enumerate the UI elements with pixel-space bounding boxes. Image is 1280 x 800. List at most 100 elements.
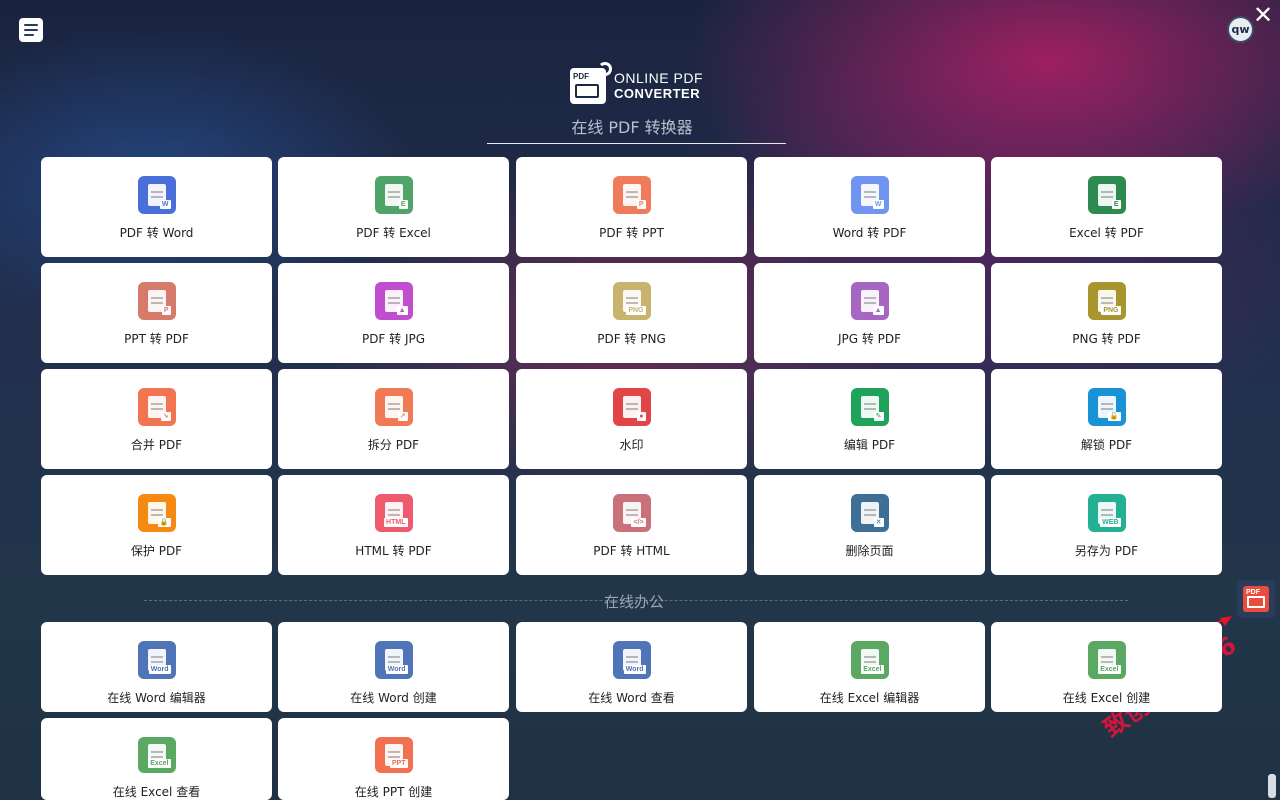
tool-label: PNG 转 PDF bbox=[1072, 332, 1141, 346]
pdf-to-png-icon: PNG bbox=[612, 282, 651, 320]
tool-card[interactable]: 🔓 解锁 PDF bbox=[991, 369, 1222, 469]
icon-glyph: E bbox=[398, 200, 408, 209]
tool-label: PDF 转 Word bbox=[119, 226, 194, 240]
tool-card[interactable]: ▲ JPG 转 PDF bbox=[754, 263, 985, 363]
jpg-to-pdf-icon: ▲ bbox=[850, 282, 889, 320]
tool-label: 在线 Word 创建 bbox=[350, 691, 437, 705]
brand-line-2: CONVERTER bbox=[614, 86, 701, 101]
icon-glyph: Excel bbox=[1098, 665, 1121, 674]
tool-label: PDF 转 HTML bbox=[593, 544, 670, 558]
icon-glyph: Word bbox=[623, 665, 646, 674]
unlock-pdf-icon: 🔓 bbox=[1087, 388, 1126, 426]
tool-card[interactable]: PNG PNG 转 PDF bbox=[991, 263, 1222, 363]
icon-glyph: HTML bbox=[384, 518, 408, 527]
tool-card[interactable]: W PDF 转 Word bbox=[41, 157, 272, 257]
word-create-icon: Word bbox=[374, 641, 413, 679]
tool-card[interactable]: ● 水印 bbox=[516, 369, 747, 469]
split-pdf-icon: ↗ bbox=[374, 388, 413, 426]
tool-card[interactable]: PPT 在线 PPT 创建 bbox=[278, 718, 509, 800]
icon-glyph: 🔓 bbox=[1107, 412, 1121, 421]
icon-glyph: 🔒 bbox=[157, 518, 171, 527]
icon-glyph: W bbox=[872, 200, 884, 209]
icon-glyph: Excel bbox=[861, 665, 884, 674]
delete-page-icon: ✕ bbox=[850, 494, 889, 532]
tool-label: PDF 转 JPG bbox=[361, 332, 426, 346]
tool-card[interactable]: Word 在线 Word 创建 bbox=[278, 622, 509, 712]
close-button[interactable]: ✕ bbox=[1251, 4, 1275, 28]
pdf-to-ppt-icon: P bbox=[612, 176, 651, 214]
brand-header: PDF ONLINE PDF CONVERTER bbox=[570, 62, 704, 104]
tool-label: Word 转 PDF bbox=[832, 226, 907, 240]
tool-card[interactable]: WEB 另存为 PDF bbox=[991, 475, 1222, 575]
excel-to-pdf-icon: E bbox=[1087, 176, 1126, 214]
icon-glyph: P bbox=[636, 200, 646, 209]
tool-label: PDF 转 PPT bbox=[599, 226, 664, 240]
edit-pdf-icon: ✎ bbox=[850, 388, 889, 426]
tool-label: 水印 bbox=[619, 438, 644, 452]
tool-label: 在线 PPT 创建 bbox=[354, 785, 433, 799]
pdf-converter-logo-icon: PDF bbox=[570, 62, 612, 104]
tool-label: 另存为 PDF bbox=[1074, 544, 1139, 558]
save-as-pdf-icon: WEB bbox=[1087, 494, 1126, 532]
tool-card[interactable]: Word 在线 Word 编辑器 bbox=[41, 622, 272, 712]
logo-tag: PDF bbox=[573, 72, 589, 81]
tool-label: HTML 转 PDF bbox=[355, 544, 432, 558]
brand-line-1: ONLINE PDF bbox=[614, 70, 704, 86]
word-to-pdf-icon: W bbox=[850, 176, 889, 214]
icon-glyph: ✎ bbox=[873, 412, 884, 421]
png-to-pdf-icon: PNG bbox=[1087, 282, 1126, 320]
tool-card[interactable]: ↘ 合并 PDF bbox=[41, 369, 272, 469]
tool-card[interactable]: P PPT 转 PDF bbox=[41, 263, 272, 363]
tool-label: 在线 Excel 查看 bbox=[112, 785, 201, 799]
tool-card[interactable]: E Excel 转 PDF bbox=[991, 157, 1222, 257]
icon-glyph: Word bbox=[385, 665, 408, 674]
pdf-to-word-icon: W bbox=[137, 176, 176, 214]
user-avatar[interactable]: qw bbox=[1227, 16, 1254, 43]
icon-glyph: Excel bbox=[148, 759, 171, 768]
pdf-to-excel-icon: E bbox=[374, 176, 413, 214]
tool-card[interactable]: ✕ 删除页面 bbox=[754, 475, 985, 575]
tool-card[interactable]: ✎ 编辑 PDF bbox=[754, 369, 985, 469]
icon-glyph: E bbox=[1111, 200, 1121, 209]
word-editor-icon: Word bbox=[137, 641, 176, 679]
tool-label: 合并 PDF bbox=[130, 438, 183, 452]
merge-pdf-icon: ↘ bbox=[137, 388, 176, 426]
pdf-to-jpg-icon: ▲ bbox=[374, 282, 413, 320]
menu-icon[interactable] bbox=[19, 18, 43, 42]
tool-card[interactable]: E PDF 转 Excel bbox=[278, 157, 509, 257]
page-subtitle: 在线 PDF 转换器 bbox=[571, 118, 693, 137]
tool-card[interactable]: PNG PDF 转 PNG bbox=[516, 263, 747, 363]
tool-card[interactable]: ↗ 拆分 PDF bbox=[278, 369, 509, 469]
tool-label: 在线 Excel 创建 bbox=[1062, 691, 1151, 705]
icon-glyph: ▲ bbox=[872, 306, 884, 315]
tool-card[interactable]: W Word 转 PDF bbox=[754, 157, 985, 257]
icon-glyph: PNG bbox=[626, 306, 646, 315]
tool-label: 在线 Word 编辑器 bbox=[107, 691, 206, 705]
tool-card[interactable]: Word 在线 Word 查看 bbox=[516, 622, 747, 712]
tool-card[interactable]: Excel 在线 Excel 创建 bbox=[991, 622, 1222, 712]
excel-view-icon: Excel bbox=[137, 737, 176, 773]
icon-glyph: ↗ bbox=[397, 412, 408, 421]
icon-glyph: ▲ bbox=[396, 306, 408, 315]
tool-label: Excel 转 PDF bbox=[1069, 226, 1144, 240]
tool-card[interactable]: </> PDF 转 HTML bbox=[516, 475, 747, 575]
tool-card[interactable]: Excel 在线 Excel 查看 bbox=[41, 718, 272, 800]
html-to-pdf-icon: HTML bbox=[374, 494, 413, 532]
scrollbar-thumb[interactable] bbox=[1268, 774, 1276, 798]
pdf-to-html-icon: </> bbox=[612, 494, 651, 532]
icon-glyph: ↘ bbox=[160, 412, 171, 421]
tool-card[interactable]: HTML HTML 转 PDF bbox=[278, 475, 509, 575]
icon-glyph: WEB bbox=[1100, 518, 1121, 527]
protect-pdf-icon: 🔒 bbox=[137, 494, 176, 532]
tool-card[interactable]: Excel 在线 Excel 编辑器 bbox=[754, 622, 985, 712]
tool-label: JPG 转 PDF bbox=[837, 332, 902, 346]
tool-label: 编辑 PDF bbox=[843, 438, 896, 452]
icon-glyph: ✕ bbox=[873, 518, 884, 527]
excel-editor-icon: Excel bbox=[850, 641, 889, 679]
tool-card[interactable]: 🔒 保护 PDF bbox=[41, 475, 272, 575]
tool-card[interactable]: ▲ PDF 转 JPG bbox=[278, 263, 509, 363]
tool-card[interactable]: P PDF 转 PPT bbox=[516, 157, 747, 257]
floating-pdf-button[interactable]: PDF bbox=[1237, 580, 1275, 618]
tool-label: PDF 转 Excel bbox=[356, 226, 431, 240]
icon-glyph: ● bbox=[637, 412, 646, 421]
